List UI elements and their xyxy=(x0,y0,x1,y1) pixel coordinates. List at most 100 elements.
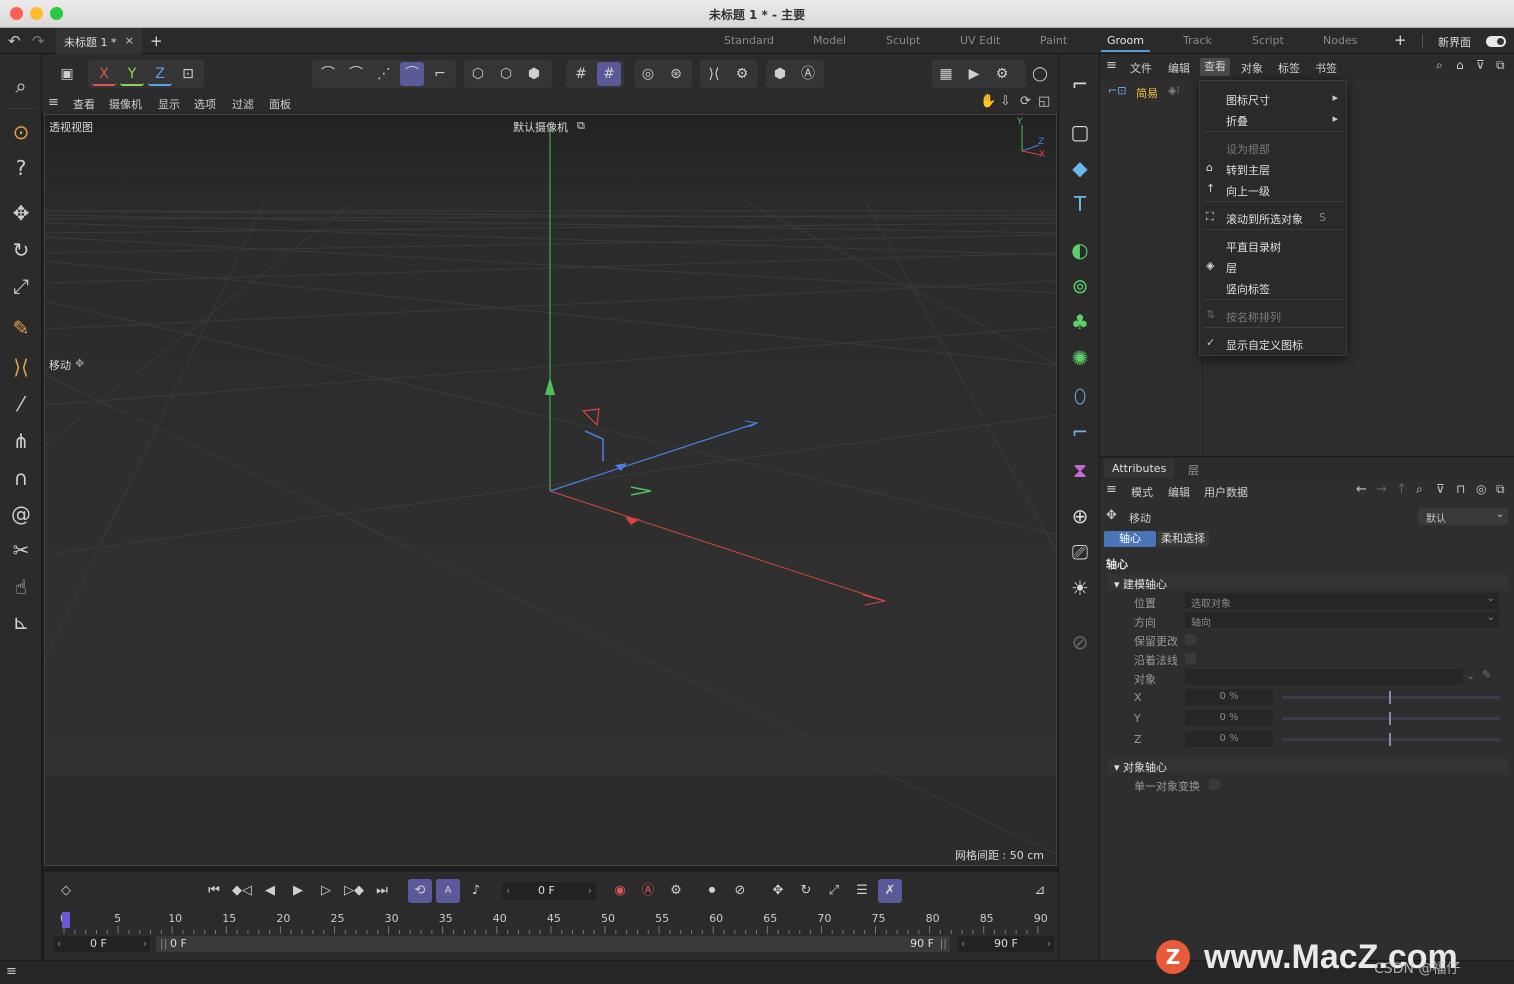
attr-menu-userdata[interactable]: 用户数据 xyxy=(1204,484,1248,500)
y-slider-handle[interactable] xyxy=(1389,712,1391,725)
viewport-menu-item[interactable]: 摄像机 xyxy=(109,96,142,112)
workplane-snap-icon[interactable]: # xyxy=(597,62,621,86)
camera-link-icon[interactable]: ⧉ xyxy=(577,119,585,133)
python-icon[interactable]: Ⓐ xyxy=(796,62,820,86)
go-to-start-icon[interactable]: ⏮ xyxy=(202,879,226,903)
environment-globe-icon[interactable]: ⊕ xyxy=(1064,500,1096,532)
search-icon[interactable]: ⌕ xyxy=(5,70,37,102)
hand-pointer-icon[interactable]: ☝ xyxy=(5,571,37,603)
y-slider[interactable] xyxy=(1282,712,1500,725)
spline-arc-icon[interactable]: ⌒ xyxy=(316,62,340,86)
symmetry-toggle-icon[interactable]: ⟩⟨ xyxy=(702,62,726,86)
spline-curve-icon[interactable]: ⌒ xyxy=(344,62,368,86)
z-slider-handle[interactable] xyxy=(1389,733,1391,746)
arc-icon[interactable]: ∩ xyxy=(5,462,37,494)
layout-tab-4[interactable]: Paint xyxy=(1040,34,1067,47)
viewport-menu-item[interactable]: 面板 xyxy=(269,96,291,112)
record-settings-icon[interactable]: ⚙ xyxy=(664,879,688,903)
light-icon[interactable]: ☀ xyxy=(1064,572,1096,604)
object-link-field[interactable] xyxy=(1185,669,1463,685)
filter-icon[interactable]: ⊽ xyxy=(1436,482,1445,496)
new-tab-button[interactable]: + xyxy=(150,32,163,50)
view-menu-item[interactable]: 图标尺寸 ▸ xyxy=(1200,89,1346,107)
subdivision-icon[interactable]: ⊚ xyxy=(1064,270,1096,302)
current-frame-field[interactable]: ‹ 0 F › xyxy=(502,882,596,900)
redo-icon[interactable]: ↷ xyxy=(32,32,45,50)
layer-stack-icon[interactable]: ◈⁝ xyxy=(1168,84,1180,97)
camera-icon[interactable]: ⎚ xyxy=(1064,536,1096,568)
playhead[interactable] xyxy=(62,912,70,928)
frame-ruler[interactable]: 051015202530354045505560657075808590 xyxy=(56,912,1056,936)
ruler-icon[interactable]: ⊾ xyxy=(5,606,37,638)
point-mode-icon[interactable]: ⬡ xyxy=(466,62,490,86)
square-primitive-icon[interactable]: ▢ xyxy=(1064,116,1096,148)
chevron-down-icon[interactable]: ⌄ xyxy=(1466,669,1475,682)
mograph-cloner-icon[interactable]: ♣ xyxy=(1064,306,1096,338)
key-rotation-icon[interactable]: ↻ xyxy=(794,879,818,903)
position-select[interactable]: 选取对象 ⌄ xyxy=(1185,593,1499,610)
previous-frame-icon[interactable]: ◀ xyxy=(258,879,282,903)
key-mode-icon[interactable]: ⊘ xyxy=(728,879,752,903)
layout-tab-3[interactable]: UV Edit xyxy=(960,34,1000,47)
z-field[interactable]: 0 % xyxy=(1185,731,1273,747)
y-field[interactable]: 0 % xyxy=(1185,710,1273,726)
maximize-view-icon[interactable]: ◱ xyxy=(1038,94,1050,109)
document-tab[interactable]: 未标题 1 * × xyxy=(56,28,142,54)
range-start-field[interactable]: ‹ 0 F › xyxy=(54,936,150,952)
keyframe-diamond-icon[interactable]: ◇ xyxy=(54,879,78,903)
perspective-viewport[interactable]: 透视视图 默认摄像机 ⧉ Y Z X 移动 ✥ 网格间距 : 50 cm xyxy=(44,114,1057,866)
attr-menu-mode[interactable]: 模式 xyxy=(1131,484,1153,500)
range-handle-left[interactable]: || xyxy=(160,937,167,950)
cube-icon[interactable]: ◆ xyxy=(1064,152,1096,184)
viewport-menu-item[interactable]: 选项 xyxy=(194,96,216,112)
deformer-icon[interactable]: ⬯ xyxy=(1064,380,1096,412)
spline-dots-icon[interactable]: ⋰ xyxy=(372,62,396,86)
x-axis-lock-button[interactable]: X xyxy=(92,62,116,86)
help-pointer-icon[interactable]: ? xyxy=(5,152,37,184)
view-menu-item[interactable]: 滚动到所选对象 ⛶ S xyxy=(1200,208,1346,226)
next-key-icon[interactable]: ▷◆ xyxy=(342,879,366,903)
keep-changes-checkbox[interactable] xyxy=(1185,634,1196,645)
go-to-end-icon[interactable]: ⏭ xyxy=(370,879,394,903)
range-slider[interactable]: || 0 F 90 F || xyxy=(156,936,950,952)
render-view-icon[interactable]: ▦ xyxy=(934,62,958,86)
view-menu-item[interactable]: 层 ◈ xyxy=(1200,257,1346,275)
object-menu-item[interactable]: 标签 xyxy=(1278,60,1300,76)
comb-icon[interactable]: ⋔ xyxy=(5,425,37,457)
chevron-left-icon[interactable]: ‹ xyxy=(961,937,965,950)
chevron-right-icon[interactable]: › xyxy=(143,937,147,950)
x-slider[interactable] xyxy=(1282,691,1500,704)
lock-icon[interactable]: ⊓ xyxy=(1456,482,1465,496)
chevron-left-icon[interactable]: ‹ xyxy=(506,884,510,897)
tab-attributes[interactable]: Attributes xyxy=(1104,459,1175,478)
symmetry-icon[interactable]: ⟩⟨ xyxy=(5,351,37,383)
layout-tab-6[interactable]: Track xyxy=(1183,34,1212,47)
up-arrow-icon[interactable]: ↑ xyxy=(1396,482,1407,497)
forward-arrow-icon[interactable]: → xyxy=(1376,482,1387,497)
loop-icon[interactable]: ⟲ xyxy=(408,879,432,903)
timeline-graph-icon[interactable]: ⊿ xyxy=(1028,879,1052,903)
coordinate-system-icon[interactable]: ⊡ xyxy=(176,62,200,86)
direction-select[interactable]: 轴向 ⌄ xyxy=(1185,612,1499,629)
view-menu-item[interactable]: 折叠 ▸ xyxy=(1200,110,1346,128)
null-object-icon[interactable]: ⌐ xyxy=(1064,68,1096,100)
settings-circle-icon[interactable]: ⊛ xyxy=(664,62,688,86)
play-icon[interactable]: ▶ xyxy=(286,879,310,903)
chevron-right-icon[interactable]: › xyxy=(1047,937,1051,950)
layout-tab-2[interactable]: Sculpt xyxy=(886,34,920,47)
along-normals-checkbox[interactable] xyxy=(1185,653,1196,664)
new-window-icon[interactable]: ⧉ xyxy=(1496,482,1505,497)
single-transform-checkbox[interactable] xyxy=(1209,779,1220,790)
key-position-icon[interactable]: ✥ xyxy=(766,879,790,903)
scale-tool-icon[interactable]: ⤢ xyxy=(5,270,37,302)
polygon-mode-icon[interactable]: ⬢ xyxy=(522,62,546,86)
close-tab-icon[interactable]: × xyxy=(125,34,134,47)
hamburger-icon[interactable]: ≡ xyxy=(1106,482,1117,497)
previous-key-icon[interactable]: ◆◁ xyxy=(230,879,254,903)
key-scale-icon[interactable]: ⤢ xyxy=(822,879,846,903)
search-icon[interactable]: ⌕ xyxy=(1416,482,1423,497)
volume-icon[interactable]: ⧗ xyxy=(1064,454,1096,486)
spline-pen-icon[interactable]: ✎ xyxy=(5,312,37,344)
record-icon[interactable]: ◉ xyxy=(608,879,632,903)
layout-tab-5[interactable]: Groom xyxy=(1101,34,1150,52)
